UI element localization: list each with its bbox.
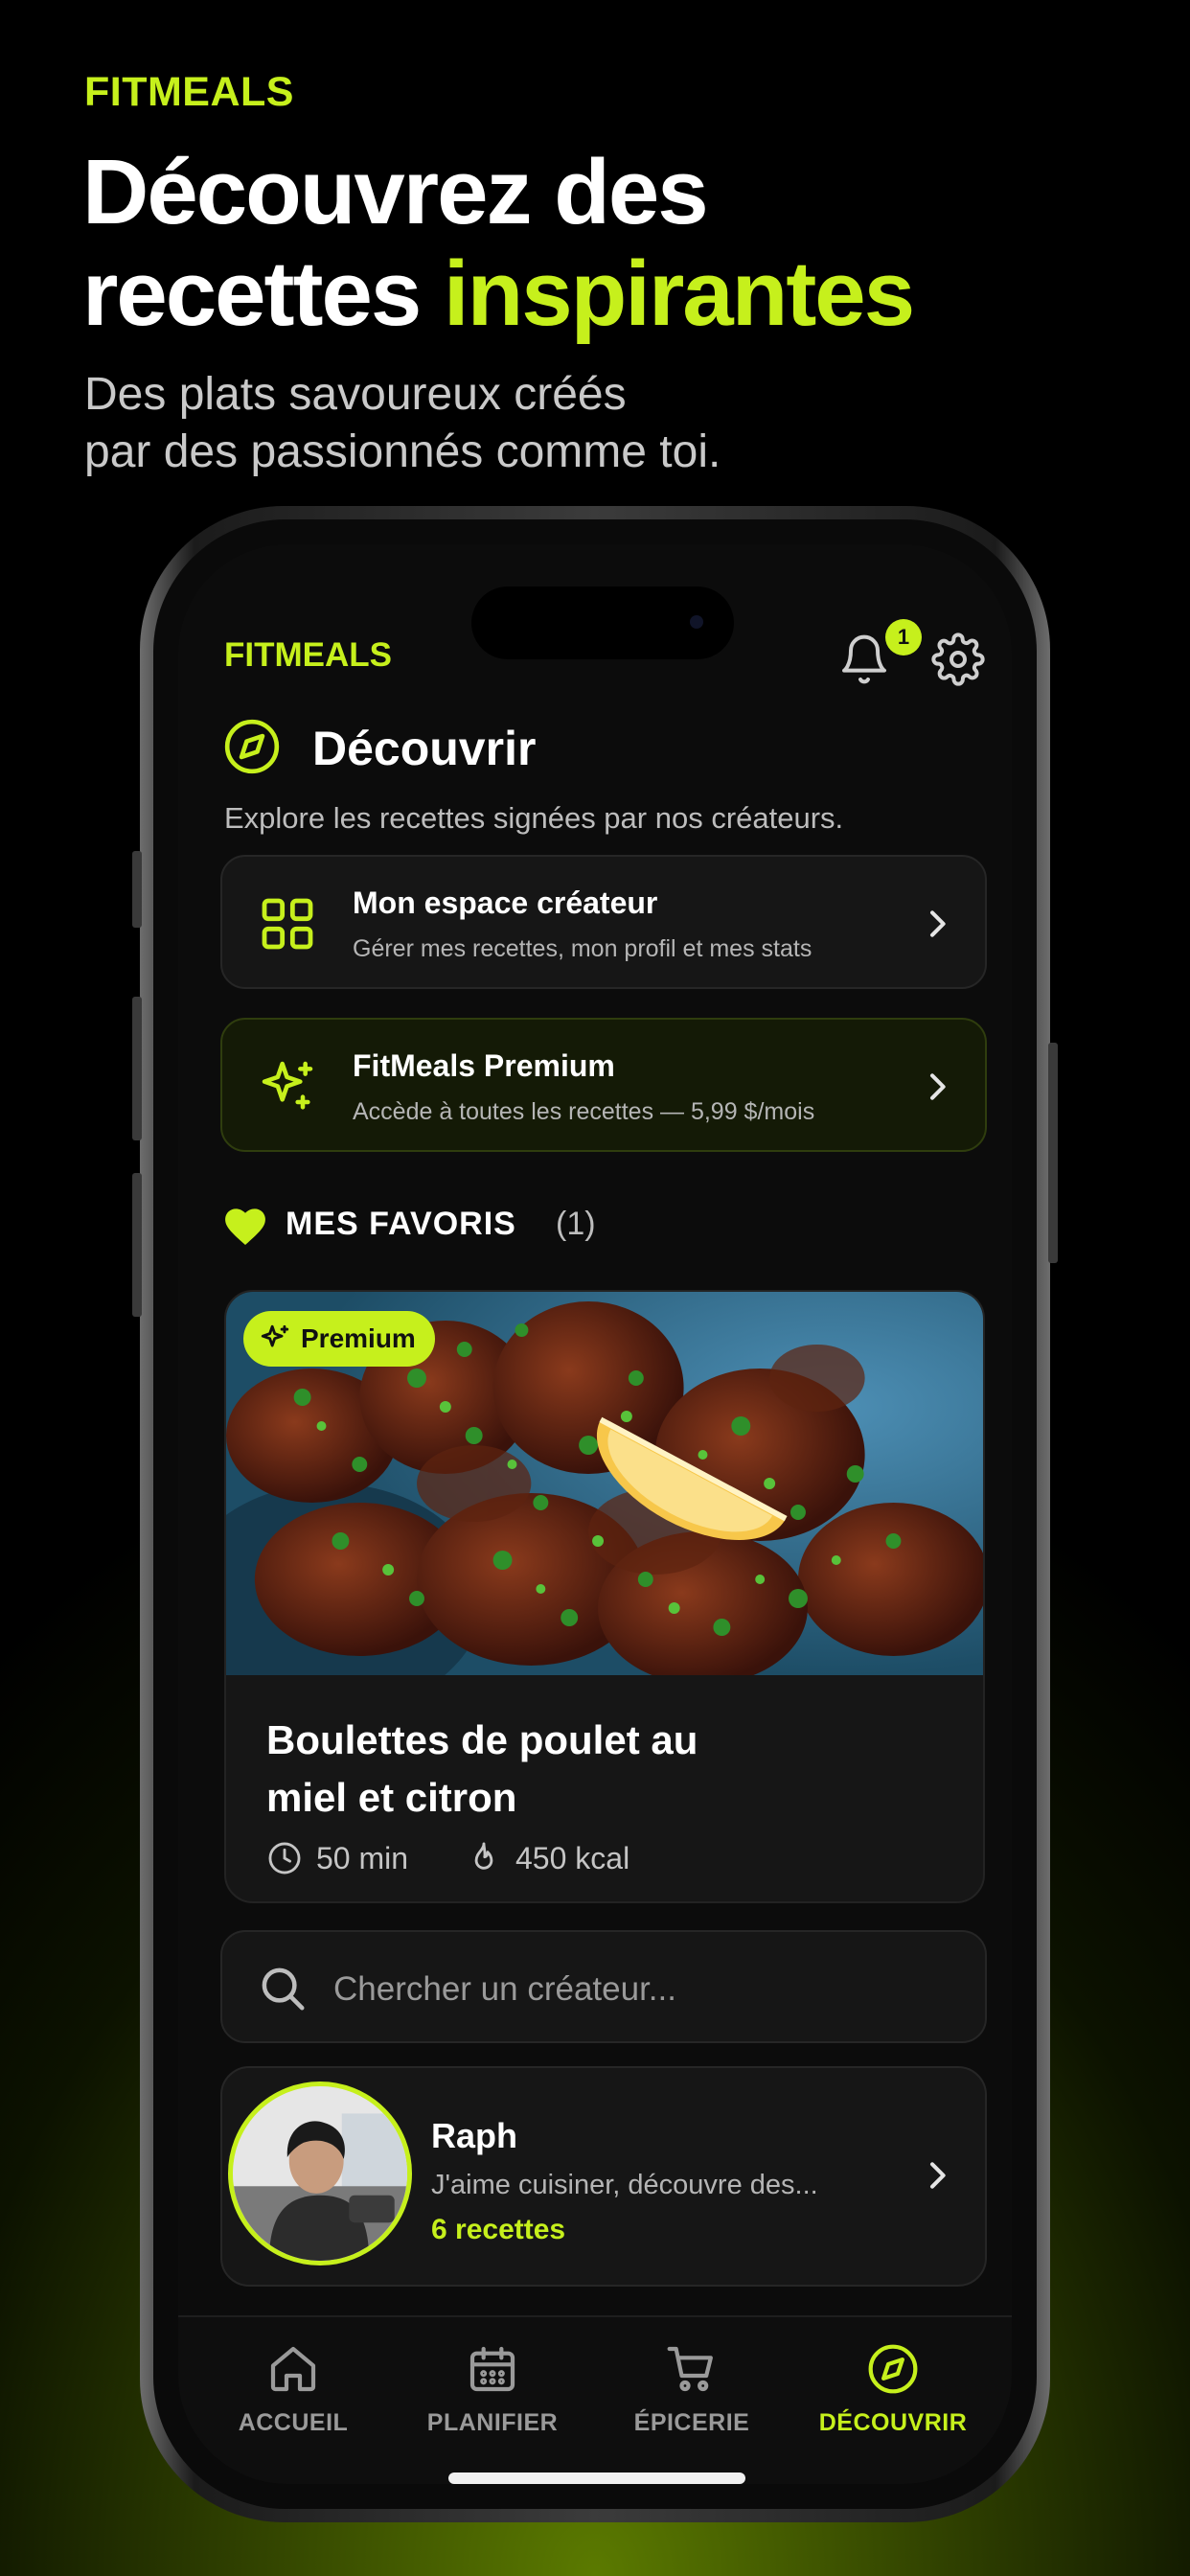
recipe-time-value: 50 min — [316, 1840, 409, 1875]
recipe-time: 50 min — [266, 1840, 408, 1876]
headline-plain: recettes — [82, 242, 444, 345]
marketing-subtitle: Des plats savoureux créés par des passio… — [84, 366, 721, 481]
headline-accent: inspirantes — [443, 242, 915, 345]
recipe-title-line-2: miel et citron — [266, 1775, 517, 1820]
tab-label: ACCUEIL — [238, 2409, 349, 2436]
gear-icon[interactable] — [931, 632, 985, 686]
recipe-title: Boulettes de poulet au miel et citron — [266, 1712, 860, 1827]
recipe-card[interactable]: Premium Boulettes de poulet au miel et c… — [224, 1290, 985, 1903]
notification-badge: 1 — [885, 619, 922, 656]
creator-search[interactable]: Chercher un créateur... — [220, 1930, 987, 2043]
bell-icon[interactable] — [837, 632, 891, 686]
avatar-photo — [233, 2086, 407, 2261]
tab-label: PLANIFIER — [426, 2409, 559, 2436]
premium-badge-label: Premium — [301, 1323, 416, 1353]
creator-bio: J'aime cuisiner, découvre des... — [431, 2170, 818, 2200]
cart-icon — [667, 2346, 713, 2392]
avatar — [228, 2082, 412, 2266]
grid-icon — [262, 898, 313, 950]
clock-icon — [268, 1842, 301, 1874]
calendar-icon — [469, 2346, 515, 2392]
page-title: Découvrir — [312, 722, 537, 775]
heart-icon — [225, 1208, 265, 1245]
creator-space-card[interactable]: Mon espace créateur Gérer mes recettes, … — [220, 855, 987, 989]
tab-label: DÉCOUVRIR — [818, 2409, 968, 2436]
phone-bezel: FITMEALS 1 Découvrir Explore les recette… — [153, 519, 1037, 2509]
marketing-headline: Découvrez des recettes inspirantes — [82, 141, 915, 345]
compass-icon — [224, 719, 280, 774]
app-brand: FITMEALS — [224, 636, 392, 674]
premium-badge: Premium — [243, 1311, 435, 1367]
recipe-title-line-1: Boulettes de poulet au — [266, 1717, 698, 1762]
volume-down-button — [132, 1173, 142, 1317]
chevron-right-icon — [930, 1073, 946, 1100]
chevron-right-icon — [930, 2162, 946, 2189]
headline-line-2: recettes inspirantes — [82, 242, 915, 345]
app-screen: FITMEALS 1 Découvrir Explore les recette… — [178, 544, 1012, 2484]
headline-line-1: Découvrez des — [82, 141, 709, 243]
recipe-calories-value: 450 kcal — [515, 1840, 630, 1875]
action-button — [132, 851, 142, 928]
creator-space-title: Mon espace créateur — [353, 886, 658, 920]
creator-name: Raph — [431, 2116, 517, 2155]
tab-accueil[interactable]: ACCUEIL — [197, 2342, 389, 2437]
tab-label: ÉPICERIE — [633, 2409, 750, 2436]
chevron-right-icon — [930, 910, 946, 937]
tab-decouvrir[interactable]: DÉCOUVRIR — [797, 2342, 989, 2437]
sparkles-icon — [261, 1324, 289, 1347]
dynamic-island — [471, 586, 734, 659]
compass-icon — [868, 2344, 918, 2394]
power-button — [1048, 1043, 1058, 1263]
subtitle-line-2: par des passionnés comme toi. — [84, 426, 721, 477]
premium-card[interactable]: FitMeals Premium Accède à toutes les rec… — [220, 1018, 987, 1152]
search-input[interactable]: Chercher un créateur... — [333, 1970, 676, 2009]
tab-planifier[interactable]: PLANIFIER — [397, 2342, 588, 2437]
home-icon — [270, 2346, 316, 2392]
creator-card[interactable]: Raph J'aime cuisiner, découvre des... 6 … — [220, 2066, 987, 2287]
camera-icon — [690, 615, 703, 629]
subtitle-line-1: Des plats savoureux créés — [84, 369, 627, 420]
home-indicator — [448, 2472, 745, 2484]
page-subtitle: Explore les recettes signées par nos cré… — [224, 801, 844, 835]
premium-title: FitMeals Premium — [353, 1048, 615, 1083]
tab-bar: ACCUEIL PLANIFIER ÉPICERIE DÉCOUVRIR — [178, 2315, 1012, 2484]
search-icon — [262, 1967, 305, 2011]
creator-recipe-count: 6 recettes — [431, 2214, 566, 2245]
favorites-label: MES FAVORIS — [286, 1206, 516, 1242]
volume-up-button — [132, 997, 142, 1140]
creator-space-subtitle: Gérer mes recettes, mon profil et mes st… — [353, 935, 812, 962]
favorites-count: (1) — [556, 1206, 596, 1242]
recipe-calories: 450 kcal — [466, 1840, 629, 1876]
premium-subtitle: Accède à toutes les recettes — 5,99 $/mo… — [353, 1098, 815, 1125]
sparkles-icon — [262, 1061, 313, 1110]
phone-frame: FITMEALS 1 Découvrir Explore les recette… — [132, 506, 1058, 2522]
tab-epicerie[interactable]: ÉPICERIE — [596, 2342, 788, 2437]
flame-icon — [474, 1842, 493, 1870]
marketing-brand: FITMEALS — [84, 69, 294, 115]
